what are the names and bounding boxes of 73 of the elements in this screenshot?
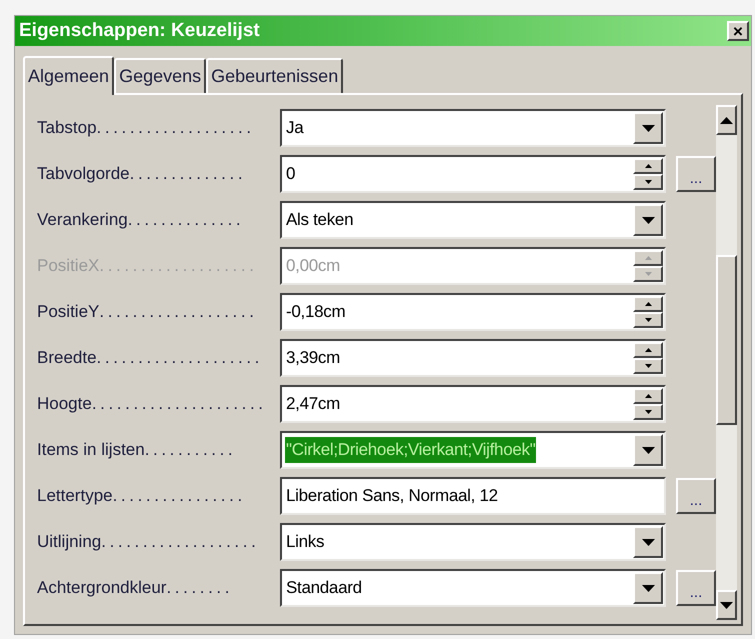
ellipsis-button[interactable]: ... bbox=[676, 570, 716, 606]
dropdown-button[interactable] bbox=[633, 434, 663, 466]
ellipsis-button[interactable]: ... bbox=[676, 156, 716, 192]
spin-field[interactable]: 0 bbox=[280, 155, 666, 193]
spin-field[interactable]: 3,39cm bbox=[280, 339, 666, 377]
field-value: 0 bbox=[285, 163, 296, 186]
spin-down-button[interactable] bbox=[633, 312, 663, 328]
caret-down-icon bbox=[642, 538, 654, 546]
caret-down-icon bbox=[644, 318, 652, 322]
caret-up-icon bbox=[644, 302, 652, 306]
tab[interactable]: Gegevens bbox=[114, 58, 206, 93]
property-label: Hoogte..................... bbox=[37, 393, 268, 416]
spin-up-button[interactable] bbox=[633, 158, 663, 174]
spin-down-button[interactable] bbox=[633, 358, 663, 374]
caret-down-icon bbox=[642, 446, 654, 454]
property-label: Achtergrondkleur........ bbox=[37, 577, 234, 600]
spin-down-button[interactable] bbox=[633, 404, 663, 420]
property-label: Items in lijsten........... bbox=[37, 439, 238, 462]
field-value: 0,00cm bbox=[285, 255, 341, 278]
spin-up-button[interactable] bbox=[633, 296, 663, 312]
dropdown-button[interactable] bbox=[633, 526, 663, 558]
window-title: Eigenschappen: Keuzelijst bbox=[18, 18, 260, 43]
property-label: Breedte.................... bbox=[37, 347, 264, 370]
dropdown-field[interactable]: Ja bbox=[280, 109, 666, 147]
field-value: Ja bbox=[285, 117, 304, 140]
close-button[interactable]: × bbox=[727, 21, 749, 41]
spin-field[interactable]: -0,18cm bbox=[280, 293, 666, 331]
caret-up-icon bbox=[644, 256, 652, 260]
spin-up-button[interactable] bbox=[633, 342, 663, 358]
scrollbar[interactable] bbox=[716, 105, 737, 620]
dropdown-field[interactable]: Standaard bbox=[280, 569, 666, 607]
property-label: Tabvolgorde.............. bbox=[37, 163, 248, 186]
caret-down-icon bbox=[720, 602, 733, 608]
caret-down-icon bbox=[644, 410, 652, 414]
scroll-up-button[interactable] bbox=[716, 105, 737, 135]
caret-up-icon bbox=[644, 164, 652, 168]
property-label: PositieY................... bbox=[37, 301, 259, 324]
property-label: Lettertype................ bbox=[37, 485, 247, 508]
field-value: "Cirkel;Driehoek;Vierkant;Vijfhoek" bbox=[285, 437, 536, 463]
dropdown-button[interactable] bbox=[633, 204, 663, 236]
field-value: Links bbox=[285, 531, 326, 554]
text-field[interactable]: Liberation Sans, Normaal, 12 bbox=[280, 477, 666, 515]
tab[interactable]: Algemeen bbox=[23, 56, 114, 95]
property-label: PositieX................... bbox=[37, 255, 259, 278]
field-value: 3,39cm bbox=[285, 347, 341, 370]
field-value: Standaard bbox=[285, 577, 363, 600]
field-value: -0,18cm bbox=[285, 301, 346, 324]
caret-down-icon bbox=[642, 124, 654, 132]
dropdown-field[interactable]: Als teken bbox=[280, 201, 666, 239]
caret-down-icon bbox=[644, 180, 652, 184]
caret-down-icon bbox=[642, 216, 654, 224]
property-label: Uitlijning................... bbox=[37, 531, 260, 554]
spin-up-button[interactable] bbox=[633, 388, 663, 404]
property-label: Verankering.............. bbox=[37, 209, 246, 232]
caret-up-icon bbox=[644, 348, 652, 352]
caret-up-icon bbox=[720, 116, 733, 124]
caret-up-icon bbox=[644, 394, 652, 398]
spin-field[interactable]: 2,47cm bbox=[280, 385, 666, 423]
ellipsis-button[interactable]: ... bbox=[676, 478, 716, 514]
caret-down-icon bbox=[644, 272, 652, 276]
caret-down-icon bbox=[642, 584, 654, 592]
spin-down-button[interactable] bbox=[633, 174, 663, 190]
tab[interactable]: Gebeurtenissen bbox=[206, 58, 344, 93]
field-value: 2,47cm bbox=[285, 393, 341, 416]
dropdown-field[interactable]: Links bbox=[280, 523, 666, 561]
scroll-thumb[interactable] bbox=[716, 255, 737, 425]
field-value: Als teken bbox=[285, 209, 354, 232]
scroll-down-button[interactable] bbox=[716, 590, 737, 620]
caret-down-icon bbox=[644, 364, 652, 368]
property-label: Tabstop................... bbox=[37, 117, 256, 140]
field-value: Liberation Sans, Normaal, 12 bbox=[285, 485, 499, 508]
dropdown-button[interactable] bbox=[633, 112, 663, 144]
dropdown-button[interactable] bbox=[633, 572, 663, 604]
